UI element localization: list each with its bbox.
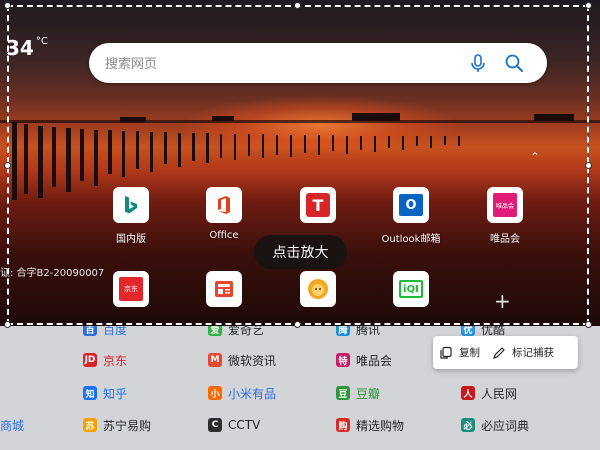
add-shortcut-icon[interactable]: + (494, 289, 511, 313)
resize-handle-tl[interactable] (4, 2, 11, 9)
weather-temp: 34 (6, 36, 34, 60)
link-douban[interactable]: 豆 豆瓣 (336, 382, 380, 404)
douban-icon: 豆 (336, 386, 350, 400)
tile-news[interactable] (189, 271, 259, 307)
copy-icon (440, 346, 452, 359)
tile-t[interactable]: T (283, 187, 353, 230)
link-msn[interactable]: M 微软资讯 (208, 349, 276, 371)
tile-jd[interactable]: 京东 (96, 271, 166, 307)
vip-icon: 唯品会 (487, 187, 523, 223)
tile-outlook[interactable]: O Outlook邮箱 (376, 187, 446, 245)
capture-toolbar: 复制 标记捕获 (433, 336, 578, 369)
weather-unit: °C (35, 36, 48, 47)
bing-icon (113, 187, 149, 223)
chevron-up-icon[interactable]: ⌃ (530, 150, 540, 164)
copy-button[interactable]: 复制 (433, 336, 486, 369)
news-icon (206, 271, 242, 307)
office-icon (206, 187, 242, 223)
t-icon: T (300, 187, 336, 223)
mark-capture-button[interactable]: 标记捕获 (486, 336, 560, 369)
search-bar (89, 43, 547, 83)
icp-license: 证: 合字B2-20090007 (0, 268, 105, 279)
link-people[interactable]: 人 人民网 (461, 382, 517, 404)
ship-silhouette (534, 114, 574, 121)
ship-silhouette (212, 116, 234, 121)
zhihu-icon: 知 (83, 386, 97, 400)
resize-handle-bl[interactable] (4, 321, 11, 328)
link-dict[interactable]: 必 必应词典 (461, 414, 529, 436)
tile-bing[interactable]: 国内版 (96, 187, 166, 245)
link-vip[interactable]: 特 唯品会 (336, 349, 392, 371)
resize-handle-b[interactable] (294, 321, 301, 328)
jd-link-icon: JD (83, 353, 97, 367)
ship-silhouette (352, 113, 400, 121)
weather-widget[interactable]: 34 °C (6, 36, 48, 60)
tile-lion[interactable] (283, 271, 353, 307)
cctv-icon: C (208, 418, 222, 432)
link-cctv[interactable]: C CCTV (208, 414, 260, 436)
outlook-icon: O (393, 187, 429, 223)
link-jd[interactable]: JD 京东 (83, 349, 127, 371)
tile-office[interactable]: Office (189, 187, 259, 241)
resize-handle-r[interactable] (585, 162, 592, 169)
new-tab-hero: 34°C 国内版 Office T O Ou (0, 0, 600, 326)
youpin-icon: 小 (208, 386, 222, 400)
zoom-tooltip[interactable]: 点击放大 (254, 235, 347, 269)
shopping-icon: 购 (336, 418, 350, 432)
jd-icon: 京东 (113, 271, 149, 307)
microphone-icon[interactable] (467, 52, 489, 74)
msn-icon: M (208, 353, 222, 367)
vip-link-icon: 特 (336, 353, 350, 367)
pen-icon (493, 346, 505, 359)
tile-vip[interactable]: 唯品会 唯品会 (470, 187, 540, 245)
link-zhihu[interactable]: 知 知乎 (83, 382, 127, 404)
search-input[interactable] (103, 53, 447, 75)
link-suning[interactable]: 苏 苏宁易购 (83, 414, 151, 436)
tile-iqiyi[interactable]: iQI (376, 271, 446, 307)
lion-icon (300, 271, 336, 307)
link-mall[interactable]: 商城 (0, 414, 24, 436)
suning-icon: 苏 (83, 418, 97, 432)
iqiyi-icon: iQI (393, 271, 429, 307)
dict-icon: 必 (461, 418, 475, 432)
link-youpin[interactable]: 小 小米有品 (208, 382, 276, 404)
people-icon: 人 (461, 386, 475, 400)
resize-handle-t[interactable] (294, 2, 301, 9)
link-shopping[interactable]: 购 精选购物 (336, 414, 404, 436)
search-icon[interactable] (503, 52, 525, 74)
resize-handle-tr[interactable] (585, 2, 592, 9)
resize-handle-br[interactable] (585, 321, 592, 328)
resize-handle-l[interactable] (4, 162, 11, 169)
